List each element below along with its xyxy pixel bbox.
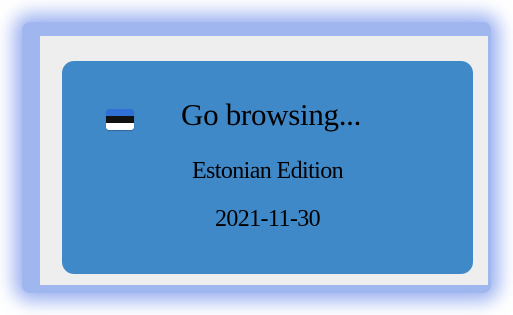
estonia-flag-icon	[106, 109, 134, 130]
edition-label: Estonian Edition	[191, 158, 344, 184]
edition-date: 2021-11-30	[214, 206, 321, 232]
flag-stripe-black	[106, 116, 134, 123]
flag-stripe-blue	[106, 109, 134, 116]
flag-stripe-white	[106, 123, 134, 130]
screenshot-stage: Go browsing... Estonian Edition 2021-11-…	[0, 0, 513, 315]
card-title: Go browsing...	[181, 97, 362, 132]
